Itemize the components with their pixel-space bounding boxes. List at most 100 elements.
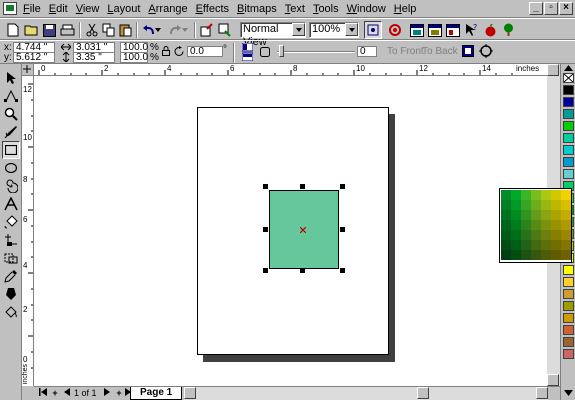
flyout-color-swatch[interactable]: [521, 190, 531, 200]
add-page-after-button[interactable]: +: [114, 388, 124, 399]
cut-button[interactable]: [83, 21, 101, 39]
flyout-color-swatch[interactable]: [521, 200, 531, 210]
palette-swatch[interactable]: [563, 313, 574, 323]
palette-swatch[interactable]: [563, 121, 574, 131]
flyout-color-swatch[interactable]: [541, 210, 551, 220]
flyout-color-swatch[interactable]: [531, 200, 541, 210]
flyout-color-swatch[interactable]: [501, 220, 511, 230]
chevron-down-icon[interactable]: [345, 23, 358, 36]
palette-swatch[interactable]: [563, 325, 574, 335]
palette-swatch[interactable]: [563, 133, 574, 143]
import-button[interactable]: [198, 21, 216, 39]
tree-button[interactable]: [499, 21, 517, 39]
flyout-color-swatch[interactable]: [511, 230, 521, 240]
flyout-color-swatch[interactable]: [551, 240, 561, 250]
horizontal-scroll-thumb[interactable]: [417, 387, 429, 399]
color-flyout-grid[interactable]: [501, 190, 571, 260]
eyedropper-tool[interactable]: [2, 267, 20, 285]
flyout-color-swatch[interactable]: [551, 190, 561, 200]
restore-button[interactable]: ▫: [544, 2, 558, 15]
flyout-color-swatch[interactable]: [531, 230, 541, 240]
scroll-down-button[interactable]: [547, 374, 559, 386]
flyout-color-swatch[interactable]: [541, 190, 551, 200]
menu-arrange[interactable]: Arrange: [144, 2, 191, 16]
undo-dropdown[interactable]: [154, 21, 162, 39]
flyout-color-swatch[interactable]: [551, 250, 561, 260]
selection-handle[interactable]: [340, 268, 345, 273]
document-icon[interactable]: [3, 2, 17, 15]
application-launcher-button[interactable]: [386, 21, 404, 39]
flyout-color-swatch[interactable]: [501, 250, 511, 260]
ruler-origin[interactable]: [22, 64, 34, 76]
selection-handle[interactable]: [300, 184, 305, 189]
scale-y-field[interactable]: 100.0: [120, 52, 148, 63]
menu-effects[interactable]: Effects: [192, 2, 233, 16]
flyout-color-swatch[interactable]: [501, 240, 511, 250]
flyout-color-swatch[interactable]: [561, 200, 571, 210]
to-back-button[interactable]: To Back: [422, 47, 458, 57]
whats-this-button[interactable]: ?: [462, 21, 480, 39]
view-mode-select[interactable]: Normal View: [240, 22, 306, 48]
outline-tool[interactable]: [2, 285, 20, 303]
chevron-down-icon[interactable]: [292, 23, 305, 36]
flyout-color-swatch[interactable]: [561, 210, 571, 220]
flyout-color-swatch[interactable]: [501, 210, 511, 220]
flyout-color-swatch[interactable]: [541, 220, 551, 230]
palette-scroll-up-icon[interactable]: [564, 65, 573, 71]
palette-swatch[interactable]: [563, 289, 574, 299]
palette-color-flyout[interactable]: [499, 188, 572, 263]
print-button[interactable]: [58, 21, 76, 39]
flyout-color-swatch[interactable]: [551, 210, 561, 220]
flyout-color-swatch[interactable]: [521, 240, 531, 250]
fill-tool[interactable]: [2, 303, 20, 321]
scroll-up-button[interactable]: [547, 64, 559, 76]
page-tab-1[interactable]: Page 1: [130, 387, 183, 400]
snap-to-grid-button[interactable]: [364, 21, 382, 39]
palette-swatch[interactable]: [563, 157, 574, 167]
flyout-color-swatch[interactable]: [511, 250, 521, 260]
scroll-right-button[interactable]: [536, 387, 548, 399]
corner-roundness-slider[interactable]: [277, 51, 355, 53]
palette-swatch[interactable]: [563, 85, 574, 95]
palette-swatch[interactable]: [563, 169, 574, 179]
flyout-color-swatch[interactable]: [501, 230, 511, 240]
apple-button[interactable]: [481, 21, 499, 39]
flyout-color-swatch[interactable]: [541, 230, 551, 240]
vertical-ruler[interactable]: 12 10 8 6 4 2 0 inches: [22, 76, 34, 386]
selection-handle[interactable]: [263, 268, 268, 273]
menu-file[interactable]: File: [19, 2, 45, 16]
flyout-color-swatch[interactable]: [521, 220, 531, 230]
flyout-color-swatch[interactable]: [561, 240, 571, 250]
flyout-color-swatch[interactable]: [531, 250, 541, 260]
selection-handle[interactable]: [340, 184, 345, 189]
flyout-color-swatch[interactable]: [521, 250, 531, 260]
flyout-color-swatch[interactable]: [561, 230, 571, 240]
flyout-color-swatch[interactable]: [501, 190, 511, 200]
flyout-color-swatch[interactable]: [511, 210, 521, 220]
selection-handle[interactable]: [300, 268, 305, 273]
palette-swatch[interactable]: [563, 301, 574, 311]
outline-icon[interactable]: [479, 44, 493, 58]
previous-page-button[interactable]: [61, 388, 71, 399]
flyout-color-swatch[interactable]: [531, 240, 541, 250]
palette-swatch[interactable]: [563, 337, 574, 347]
palette-scroll-down-icon[interactable]: [564, 390, 573, 396]
flyout-color-swatch[interactable]: [551, 200, 561, 210]
palette-swatch[interactable]: [563, 97, 574, 107]
palette-swatch[interactable]: [563, 277, 574, 287]
rectangle-tool[interactable]: [2, 141, 20, 159]
menu-window[interactable]: Window: [343, 2, 390, 16]
minimize-button[interactable]: _: [529, 2, 543, 15]
palette-swatch[interactable]: [563, 145, 574, 155]
shape-tool[interactable]: [2, 87, 20, 105]
add-page-before-button[interactable]: +: [50, 388, 60, 399]
menu-bitmaps[interactable]: Bitmaps: [233, 2, 281, 16]
flyout-color-swatch[interactable]: [511, 200, 521, 210]
menu-text[interactable]: Text: [281, 2, 309, 16]
selection-handle[interactable]: [263, 184, 268, 189]
palette-swatch[interactable]: [563, 265, 574, 275]
rotation-field[interactable]: 0.0: [187, 46, 223, 57]
flyout-color-swatch[interactable]: [511, 240, 521, 250]
menu-view[interactable]: View: [72, 2, 104, 16]
slider-thumb[interactable]: [279, 45, 284, 57]
